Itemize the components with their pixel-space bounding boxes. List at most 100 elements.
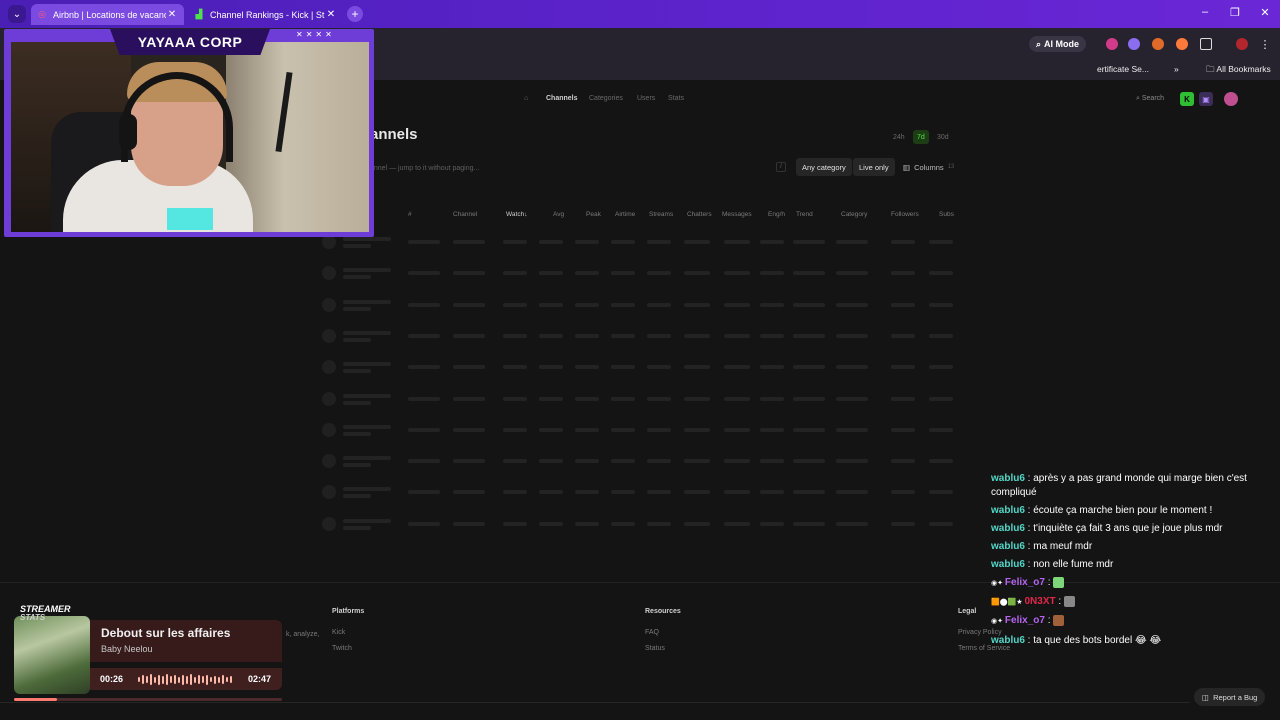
all-bookmarks[interactable]: 🗀 All Bookmarks [1206,64,1271,78]
nav-users[interactable]: Users [637,95,655,102]
col-trend[interactable]: Trend [796,211,813,218]
extensions-puzzle-icon[interactable] [1200,38,1212,50]
twitch-platform-icon[interactable]: ▣ [1199,92,1213,106]
site-search-button[interactable]: ⌕ Search [1136,95,1164,103]
nav-channels[interactable]: Channels [546,95,578,102]
footer-link-faq[interactable]: FAQ [645,629,659,636]
footer-link-twitch[interactable]: Twitch [332,645,352,652]
home-icon[interactable]: ⌂ [524,95,528,102]
cell-placeholder [503,521,527,526]
cell-placeholder [836,365,868,370]
col-eng[interactable]: Eng/h [768,211,785,218]
chat-separator: : [1024,505,1034,516]
cell-placeholder [647,365,671,370]
col-watch[interactable]: Watch↓ [506,211,527,218]
cell-placeholder [684,302,710,307]
col-peak[interactable]: Peak [586,211,601,218]
extension-icon[interactable] [1128,38,1140,50]
new-tab-button[interactable]: + [347,6,363,22]
cell-placeholder [539,521,563,526]
cell-placeholder [503,459,527,464]
tab-close-icon[interactable]: ✕ [166,9,178,20]
chat-username[interactable]: Felix_o7 [1005,615,1045,626]
chat-username[interactable]: 0N3XT [1025,596,1056,607]
chat-username[interactable]: wablu6 [991,523,1025,534]
cell-placeholder [575,427,599,432]
range-24h[interactable]: 24h [889,130,909,144]
cell-placeholder [760,427,784,432]
name-placeholder [343,299,391,304]
tab-airbnb[interactable]: ◎ Airbnb | Locations de vacances ✕ [31,4,184,25]
cell-placeholder [575,271,599,276]
cell-placeholder [503,427,527,432]
chat-username[interactable]: wablu6 [991,541,1025,552]
tab-search-icon[interactable]: ⌄ [8,5,26,23]
extension-icon[interactable] [1176,38,1188,50]
chat-username[interactable]: wablu6 [991,635,1025,646]
cell-placeholder [539,271,563,276]
col-category[interactable]: Category [841,211,867,218]
channel-search-input[interactable]: annel — jump to it without paging... [370,160,788,176]
table-row-skeleton [322,266,962,281]
chat-username[interactable]: wablu6 [991,473,1025,484]
col-channel[interactable]: Channel [453,211,477,218]
cell-placeholder [836,521,868,526]
cell-placeholder [647,240,671,244]
extension-icon[interactable] [1152,38,1164,50]
chat-username[interactable]: wablu6 [991,559,1025,570]
cell-placeholder [408,240,440,244]
category-filter[interactable]: Any category [796,158,852,176]
table-row-skeleton [322,485,962,500]
cell-placeholder [929,427,953,432]
col-subs[interactable]: Subs [939,211,954,218]
cell-placeholder [724,459,750,464]
chat-username[interactable]: wablu6 [991,505,1025,516]
col-messages[interactable]: Messages [722,211,752,218]
user-avatar[interactable] [1224,92,1238,106]
cell-placeholder [891,302,915,307]
footer-link-kick[interactable]: Kick [332,629,345,636]
footer-link-status[interactable]: Status [645,645,665,652]
bookmarks-overflow-icon[interactable]: » [1174,64,1179,74]
kick-platform-icon[interactable]: K [1180,92,1194,106]
cell-placeholder [453,490,485,495]
col-rank[interactable]: # [408,211,412,218]
cell-placeholder [575,240,599,244]
webcam-feed [11,42,369,232]
track-progress-fill [14,698,57,701]
cell-placeholder [891,333,915,338]
browser-menu-icon[interactable]: ⋮ [1258,38,1272,51]
chat-emote-icon [1053,614,1065,626]
waveform-bar [174,675,176,684]
profile-avatar[interactable] [1236,38,1248,50]
waveform-bar [146,676,148,683]
chat-username[interactable]: Felix_o7 [1005,577,1045,588]
chat-text: t'inquiète ça fait 3 ans que je joue plu… [1033,523,1223,534]
extension-icon[interactable] [1106,38,1118,50]
all-bookmarks-label: All Bookmarks [1216,64,1271,74]
col-chatters[interactable]: Chatters [687,211,712,218]
tab-close-icon[interactable]: ✕ [325,9,337,20]
range-7d[interactable]: 7d [913,130,929,144]
live-only-toggle[interactable]: Live only [853,158,895,176]
col-airtime[interactable]: Airtime [615,211,635,218]
columns-button[interactable]: ▥ Columns 13 [898,158,959,176]
table-row-skeleton [322,454,962,469]
cell-placeholder [891,365,915,370]
cell-placeholder [793,521,825,526]
col-streams[interactable]: Streams [649,211,673,218]
maximize-icon[interactable]: ❐ [1228,6,1242,19]
range-30d[interactable]: 30d [933,130,953,144]
bookmark-item[interactable]: ertificate Se... [1097,64,1149,74]
cell-placeholder [575,521,599,526]
ai-mode-button[interactable]: ⌕ AI Mode [1029,36,1087,52]
minimize-icon[interactable]: – [1198,6,1212,18]
col-avg[interactable]: Avg [553,211,564,218]
window-close-icon[interactable]: ✕ [1258,6,1272,19]
col-followers[interactable]: Followers [891,211,919,218]
nav-stats[interactable]: Stats [668,95,684,102]
report-bug-button[interactable]: ◫ Report a Bug [1194,688,1266,706]
cell-placeholder [408,427,440,432]
nav-categories[interactable]: Categories [589,95,623,102]
tab-channel-rankings[interactable]: ▟ Channel Rankings - Kick | Strea ✕ [188,4,343,25]
